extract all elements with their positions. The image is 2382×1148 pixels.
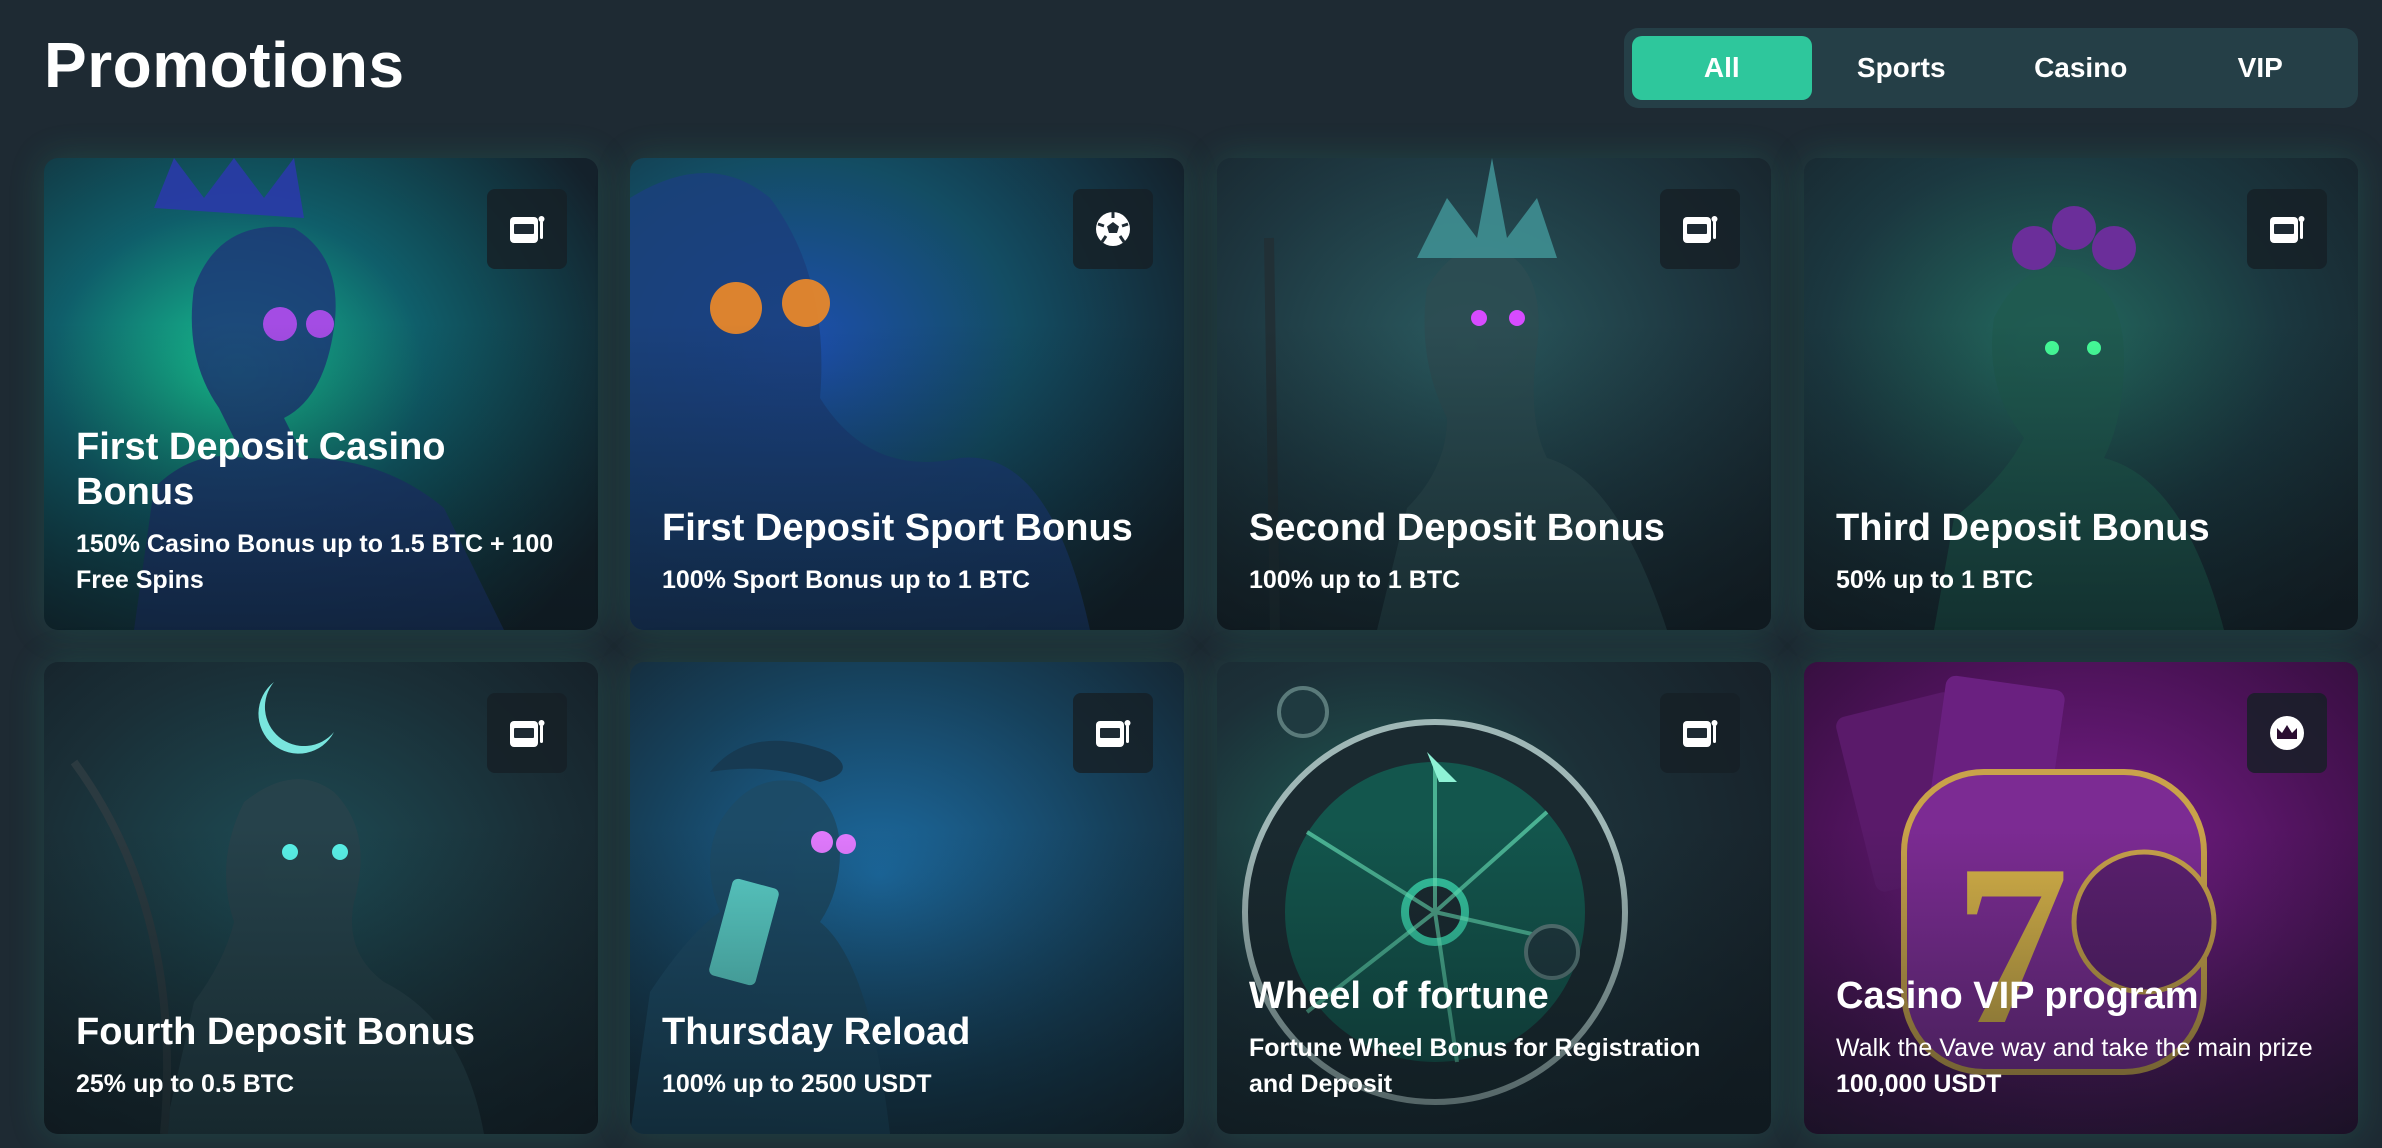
promo-card-third-deposit[interactable]: Third Deposit Bonus 50% up to 1 BTC: [1804, 158, 2358, 630]
slot-machine-icon-badge: [1073, 693, 1153, 773]
promo-prize: 100,000 USDT: [1836, 1070, 2002, 1098]
promo-title: Wheel of fortune: [1249, 975, 1549, 1018]
slot-machine-icon: [510, 720, 545, 747]
slot-machine-icon-badge: [1660, 693, 1740, 773]
promo-title: Second Deposit Bonus: [1249, 507, 1665, 550]
slot-machine-icon-badge: [487, 693, 567, 773]
promo-card-second-deposit[interactable]: Second Deposit Bonus 100% up to 1 BTC: [1217, 158, 1771, 630]
slot-machine-icon: [2270, 216, 2305, 243]
promo-title: Casino VIP program: [1836, 975, 2199, 1018]
promo-subtitle: Fortune Wheel Bonus for Registration and…: [1249, 1034, 1701, 1098]
promo-card-first-deposit-casino[interactable]: First Deposit Casino Bonus 150% Casino B…: [44, 158, 598, 630]
promo-card-casino-vip[interactable]: 7 Casino VIP program Walk the Vave way a…: [1804, 662, 2358, 1134]
promo-subtitle: 150% Casino Bonus up to 1.5 BTC + 100 Fr…: [76, 530, 554, 594]
promo-subtitle: 25% up to 0.5 BTC: [76, 1070, 295, 1098]
slot-machine-icon: [1683, 720, 1718, 747]
slot-machine-icon-badge: [1660, 189, 1740, 269]
tab-sports[interactable]: Sports: [1812, 36, 1992, 100]
promo-card-fourth-deposit[interactable]: Fourth Deposit Bonus 25% up to 0.5 BTC: [44, 662, 598, 1134]
promo-title: Third Deposit Bonus: [1836, 507, 2210, 550]
promo-card-wheel-of-fortune[interactable]: Wheel of fortune Fortune Wheel Bonus for…: [1217, 662, 1771, 1134]
promo-title: Thursday Reload: [662, 1011, 971, 1054]
slot-machine-icon-badge: [487, 189, 567, 269]
crown-icon: [2270, 716, 2304, 750]
promo-card-first-deposit-sport[interactable]: First Deposit Sport Bonus 100% Sport Bon…: [630, 158, 1184, 630]
soccer-ball-icon-badge: [1073, 189, 1153, 269]
tab-vip[interactable]: VIP: [2171, 36, 2351, 100]
page-title: Promotions: [44, 29, 405, 101]
slot-machine-icon-badge: [2247, 189, 2327, 269]
crown-icon-badge: [2247, 693, 2327, 773]
soccer-ball-icon: [1096, 212, 1130, 246]
promo-title: First Deposit Casino Bonus: [76, 425, 446, 514]
promo-title: First Deposit Sport Bonus: [662, 507, 1133, 550]
promotion-filter-tabs: All Sports Casino VIP: [1624, 28, 2358, 108]
promo-title: Fourth Deposit Bonus: [76, 1011, 475, 1054]
slot-machine-icon: [1683, 216, 1718, 243]
promo-card-thursday-reload[interactable]: Thursday Reload 100% up to 2500 USDT: [630, 662, 1184, 1134]
promo-subtitle: 100% up to 1 BTC: [1249, 566, 1461, 594]
promo-subtitle: 50% up to 1 BTC: [1836, 566, 2034, 594]
promo-subtitle: Walk the Vave way and take the main priz…: [1836, 1034, 2313, 1062]
slot-machine-icon: [510, 216, 545, 243]
promo-subtitle: 100% up to 2500 USDT: [662, 1070, 932, 1098]
tab-casino[interactable]: Casino: [1991, 36, 2171, 100]
slot-machine-icon: [1096, 720, 1131, 747]
promotions-grid: First Deposit Casino Bonus 150% Casino B…: [44, 158, 2358, 1134]
tab-all[interactable]: All: [1632, 36, 1812, 100]
promo-subtitle: 100% Sport Bonus up to 1 BTC: [662, 566, 1031, 594]
